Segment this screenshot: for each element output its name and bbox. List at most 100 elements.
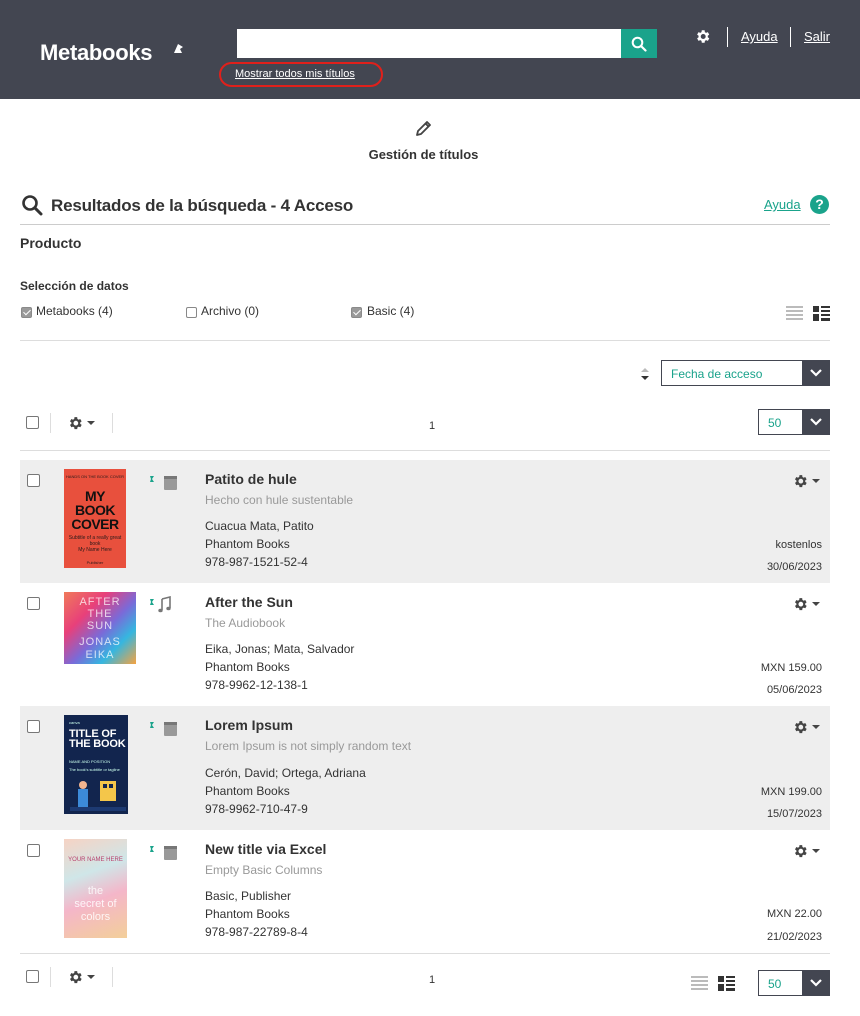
title-subtitle: Empty Basic Columns bbox=[205, 863, 323, 877]
title-row[interactable]: canva TITLE OF THE BOOK NAME AND POSITIO… bbox=[20, 706, 830, 830]
settings-gear-icon[interactable] bbox=[694, 28, 711, 45]
archivo-checkbox[interactable] bbox=[186, 307, 197, 318]
title-contributors: Cerón, David; Ortega, Adriana bbox=[205, 766, 366, 780]
results-help-link[interactable]: Ayuda bbox=[764, 197, 801, 212]
metabooks-checkbox-label: Metabooks (4) bbox=[36, 304, 113, 318]
title-price: MXN 22.00 bbox=[766, 908, 822, 920]
title-publisher: Phantom Books bbox=[205, 784, 290, 798]
logout-link[interactable]: Salir bbox=[804, 29, 830, 44]
product-section-label: Producto bbox=[20, 235, 82, 251]
book-cover-image[interactable]: YOUR NAME HERE the secret of colors bbox=[64, 839, 127, 938]
title-contributors: Eika, Jonas; Mata, Salvador bbox=[205, 642, 355, 656]
show-all-titles-highlight: Mostrar todos mis títulos bbox=[219, 62, 383, 87]
title-name[interactable]: Lorem Ipsum bbox=[205, 717, 293, 733]
book-cover-image[interactable]: canva TITLE OF THE BOOK NAME AND POSITIO… bbox=[64, 715, 128, 814]
audio-format-icon bbox=[150, 596, 171, 613]
title-name[interactable]: New title via Excel bbox=[205, 841, 326, 857]
page-number[interactable]: 1 bbox=[429, 974, 435, 986]
toolbar-separator bbox=[50, 967, 51, 987]
title-row[interactable]: AFTER THE SUN JONAS EIKA After the Sun T… bbox=[20, 583, 830, 706]
title-date: 21/02/2023 bbox=[766, 931, 822, 943]
top-navbar: Metabooks Mostrar todos mis títulos Ayud… bbox=[0, 0, 860, 99]
row-actions-gear-icon[interactable] bbox=[792, 843, 822, 860]
list-view-icon[interactable] bbox=[786, 306, 803, 321]
select-all-checkbox[interactable] bbox=[26, 970, 39, 983]
search-input[interactable] bbox=[237, 29, 621, 58]
title-management-label[interactable]: Gestión de títulos bbox=[0, 147, 847, 162]
help-question-icon[interactable]: ? bbox=[810, 195, 829, 214]
chevron-down-icon bbox=[802, 410, 829, 434]
logo-mark-icon bbox=[174, 44, 183, 53]
per-page-select[interactable]: 50 bbox=[758, 409, 830, 435]
sort-arrows-icon[interactable] bbox=[640, 367, 650, 381]
page-number[interactable]: 1 bbox=[429, 420, 435, 432]
title-subtitle: Hecho con hule sustentable bbox=[205, 493, 354, 507]
row-actions-gear-icon[interactable] bbox=[792, 596, 822, 613]
title-publisher: Phantom Books bbox=[205, 907, 290, 921]
title-name[interactable]: Patito de hule bbox=[205, 471, 297, 487]
divider bbox=[20, 450, 830, 451]
row-checkbox[interactable] bbox=[27, 474, 40, 487]
title-publisher: Phantom Books bbox=[205, 660, 290, 674]
bulk-actions-gear-icon[interactable] bbox=[67, 968, 97, 986]
title-name[interactable]: After the Sun bbox=[205, 594, 293, 610]
title-isbn: 978-987-1521-52-4 bbox=[205, 555, 308, 569]
title-row[interactable]: YOUR NAME HERE the secret of colors New … bbox=[20, 830, 830, 953]
select-all-checkbox[interactable] bbox=[26, 416, 39, 429]
row-actions-gear-icon[interactable] bbox=[792, 473, 822, 490]
title-publisher: Phantom Books bbox=[205, 537, 290, 551]
header-help-link[interactable]: Ayuda bbox=[741, 29, 778, 44]
title-contributors: Cuacua Mata, Patito bbox=[205, 519, 314, 533]
search-icon bbox=[631, 36, 647, 52]
title-date: 05/06/2023 bbox=[766, 684, 822, 696]
header-separator bbox=[727, 27, 728, 47]
list-view-icon[interactable] bbox=[691, 976, 708, 991]
archivo-checkbox-label: Archivo (0) bbox=[201, 304, 260, 318]
title-price: MXN 199.00 bbox=[760, 786, 822, 798]
detail-view-icon[interactable] bbox=[813, 306, 830, 321]
pencil-icon[interactable] bbox=[414, 118, 434, 138]
book-format-icon bbox=[150, 476, 177, 490]
show-all-titles-link[interactable]: Mostrar todos mis títulos bbox=[235, 68, 355, 80]
metabooks-checkbox[interactable] bbox=[21, 307, 32, 318]
title-price: MXN 159.00 bbox=[760, 662, 822, 674]
basic-checkbox-label: Basic (4) bbox=[367, 304, 415, 318]
title-isbn: 978-987-22789-8-4 bbox=[205, 925, 308, 939]
per-page-value: 50 bbox=[768, 977, 782, 991]
per-page-select[interactable]: 50 bbox=[758, 970, 830, 996]
basic-checkbox[interactable] bbox=[351, 307, 362, 318]
divider bbox=[20, 953, 830, 954]
divider bbox=[20, 224, 830, 225]
title-date: 30/06/2023 bbox=[766, 561, 822, 573]
book-cover-image[interactable]: HANDS ON THE BOOK COVER MY BOOK COVER Su… bbox=[64, 469, 126, 568]
row-actions-gear-icon[interactable] bbox=[792, 719, 822, 736]
title-isbn: 978-9962-710-47-9 bbox=[205, 802, 308, 816]
toolbar-separator bbox=[50, 413, 51, 433]
book-format-icon bbox=[150, 722, 177, 736]
title-subtitle: The Audiobook bbox=[205, 616, 286, 630]
data-selection-label: Selección de datos bbox=[20, 279, 129, 293]
row-checkbox[interactable] bbox=[27, 720, 40, 733]
search-button[interactable] bbox=[621, 29, 657, 58]
title-contributors: Basic, Publisher bbox=[205, 889, 292, 903]
title-isbn: 978-9962-12-138-1 bbox=[205, 678, 308, 692]
sort-select[interactable]: Fecha de acceso bbox=[661, 360, 830, 386]
search-icon bbox=[22, 195, 43, 216]
chevron-down-icon bbox=[802, 971, 829, 995]
results-title: Resultados de la búsqueda - 4 Acceso bbox=[51, 196, 354, 215]
book-format-icon bbox=[150, 846, 177, 860]
row-checkbox[interactable] bbox=[27, 844, 40, 857]
title-subtitle: Lorem Ipsum is not simply random text bbox=[205, 739, 412, 753]
title-date: 15/07/2023 bbox=[766, 808, 822, 820]
row-checkbox[interactable] bbox=[27, 597, 40, 610]
title-row[interactable]: HANDS ON THE BOOK COVER MY BOOK COVER Su… bbox=[20, 460, 830, 583]
title-price: kostenlos bbox=[775, 539, 822, 551]
cover-illustration bbox=[70, 781, 126, 811]
bulk-actions-gear-icon[interactable] bbox=[67, 414, 97, 432]
divider bbox=[20, 340, 830, 341]
metabooks-logo[interactable]: Metabooks bbox=[40, 40, 153, 66]
book-cover-image[interactable]: AFTER THE SUN JONAS EIKA bbox=[64, 592, 136, 664]
detail-view-icon[interactable] bbox=[718, 976, 735, 991]
header-separator bbox=[790, 27, 791, 47]
toolbar-separator bbox=[112, 413, 113, 433]
